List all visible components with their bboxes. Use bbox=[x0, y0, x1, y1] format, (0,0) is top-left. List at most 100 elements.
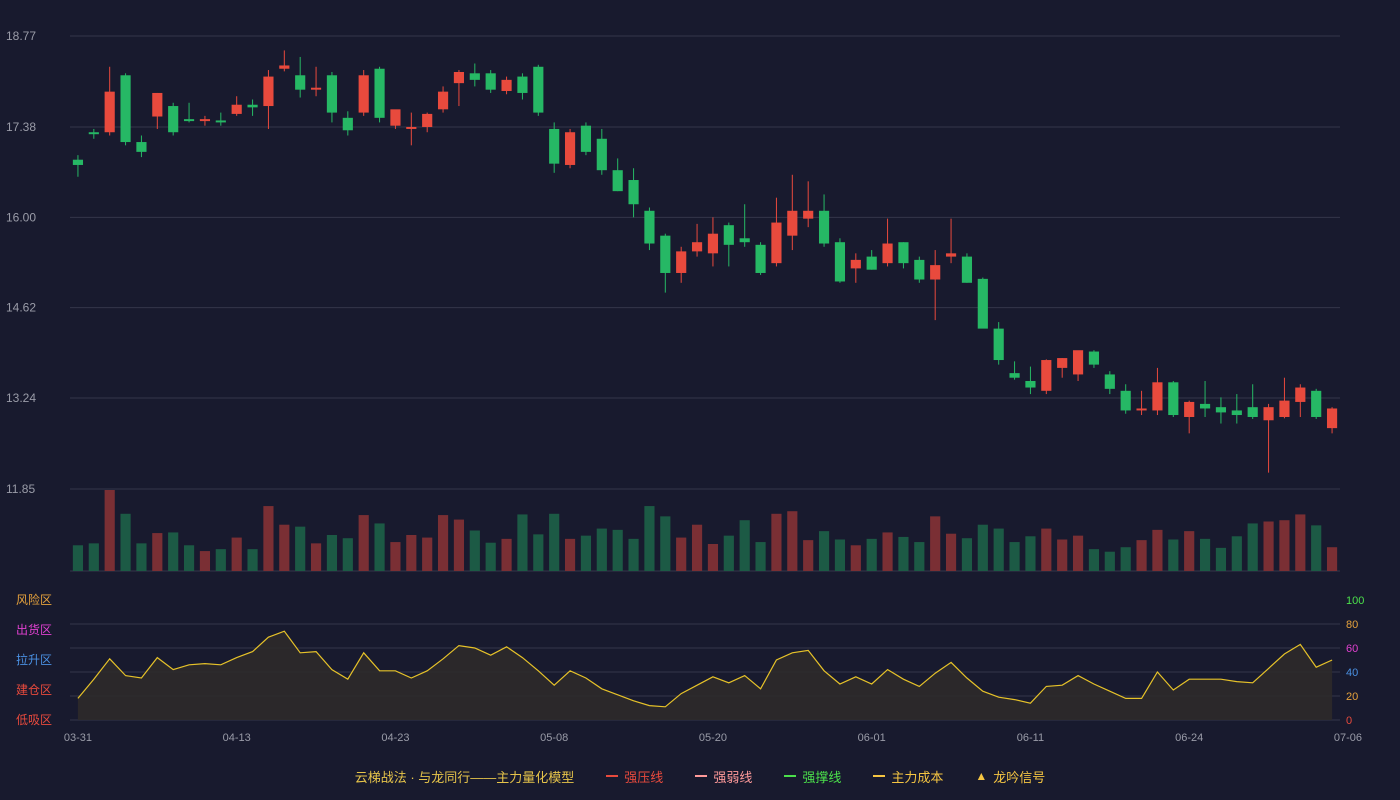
legend-swatch-strength-line bbox=[695, 775, 708, 777]
volume-bar bbox=[660, 516, 671, 571]
volume-bar bbox=[104, 490, 115, 571]
volume-bar bbox=[803, 540, 814, 571]
chart-legend: 云梯战法 · 与龙同行——主力量化模型 强压线 强弱线 强撑线 主力成本 ▲ 龙… bbox=[0, 764, 1400, 788]
legend-label: 强撑线 bbox=[802, 769, 842, 785]
candle-body bbox=[882, 243, 893, 264]
candle-body bbox=[247, 104, 258, 108]
volume-bar bbox=[358, 515, 369, 571]
candle-body bbox=[580, 125, 592, 152]
candle-body bbox=[168, 106, 179, 133]
candle-body bbox=[295, 75, 306, 90]
volume-bar bbox=[882, 532, 893, 571]
candle-body bbox=[787, 210, 798, 236]
volume-bar bbox=[1072, 535, 1084, 571]
candle-body bbox=[676, 251, 687, 273]
candle-body bbox=[866, 256, 877, 270]
candle-body bbox=[406, 126, 417, 129]
candle-body bbox=[358, 75, 369, 113]
candle-body bbox=[120, 75, 131, 143]
candle-body bbox=[485, 73, 496, 90]
indicator-area bbox=[77, 631, 1333, 720]
volume-bar bbox=[1184, 531, 1195, 571]
legend-item-strong-support[interactable]: 强撑线 bbox=[784, 767, 841, 786]
volume-bar bbox=[310, 543, 322, 571]
candle-body bbox=[422, 113, 433, 127]
price-tick-label: 18.77 bbox=[6, 29, 36, 43]
volume-bar bbox=[199, 551, 211, 571]
candle-body bbox=[1279, 400, 1290, 417]
date-tick-label: 05-20 bbox=[699, 732, 727, 744]
volume-bar bbox=[263, 506, 274, 571]
date-tick-label: 06-24 bbox=[1175, 732, 1203, 744]
indicator-series bbox=[77, 630, 1333, 720]
candle-body bbox=[469, 73, 480, 80]
volume-bar bbox=[406, 535, 417, 571]
volume-bar bbox=[739, 520, 750, 571]
candle-body bbox=[961, 256, 973, 283]
volume-series bbox=[72, 490, 1338, 571]
volume-bar bbox=[469, 530, 480, 571]
legend-item-main-cost[interactable]: 主力成本 bbox=[873, 767, 943, 786]
volume-bar bbox=[850, 545, 861, 571]
volume-bar bbox=[1199, 538, 1211, 571]
candle-body bbox=[755, 244, 766, 273]
grid-layer bbox=[70, 35, 1340, 721]
volume-bar bbox=[549, 513, 560, 571]
candle-body bbox=[231, 104, 242, 114]
date-tick-label: 05-08 bbox=[540, 732, 568, 744]
date-tick-label: 03-31 bbox=[64, 732, 92, 744]
indicator-tick-label: 40 bbox=[1346, 667, 1358, 679]
indicator-tick-label: 0 bbox=[1346, 715, 1352, 727]
volume-bar bbox=[1088, 549, 1100, 571]
indicator-tick-label: 60 bbox=[1346, 643, 1358, 655]
volume-bar bbox=[485, 542, 496, 571]
legend-item-dragon-signal[interactable]: ▲ 龙吟信号 bbox=[975, 767, 1045, 786]
candle-body bbox=[1311, 390, 1322, 417]
volume-bar bbox=[787, 511, 798, 571]
candle-body bbox=[136, 142, 147, 152]
volume-bar bbox=[168, 532, 179, 571]
stock-chart: 18.77 17.38 16.00 14.62 13.24 11.85 100 80 60 40 2… bbox=[6, 29, 1364, 744]
volume-bar bbox=[183, 545, 195, 571]
candle-body bbox=[1215, 407, 1227, 413]
indicator-tick-label: 20 bbox=[1346, 691, 1358, 703]
volume-bar bbox=[993, 528, 1004, 571]
candle-body bbox=[390, 109, 401, 126]
volume-bar bbox=[231, 537, 242, 571]
triangle-icon: ▲ bbox=[975, 769, 988, 783]
candle-body bbox=[707, 233, 719, 254]
volume-bar bbox=[564, 538, 576, 571]
candle-body bbox=[104, 91, 115, 133]
zone-label: 出货区 bbox=[16, 622, 52, 637]
date-tick-label: 04-23 bbox=[381, 732, 409, 744]
candle-body bbox=[1120, 390, 1131, 411]
candle-body bbox=[1168, 382, 1179, 416]
zone-label: 风险区 bbox=[16, 592, 52, 607]
candle-body bbox=[437, 91, 449, 110]
volume-bar bbox=[374, 523, 385, 571]
date-tick-label: 07-06 bbox=[1334, 732, 1362, 744]
candle-body bbox=[723, 225, 734, 245]
volume-bar bbox=[1025, 536, 1036, 571]
legend-label: 主力成本 bbox=[891, 769, 944, 785]
volume-bar bbox=[612, 529, 623, 571]
volume-bar bbox=[1326, 547, 1338, 571]
candle-body bbox=[1152, 382, 1163, 411]
zone-label: 低吸区 bbox=[16, 713, 52, 727]
legend-item-strength-line[interactable]: 强弱线 bbox=[695, 767, 752, 786]
legend-item-strong-resistance[interactable]: 强压线 bbox=[606, 767, 663, 786]
date-tick-label: 06-11 bbox=[1017, 732, 1044, 744]
candle-body bbox=[993, 328, 1004, 361]
axis-labels: 18.77 17.38 16.00 14.62 13.24 11.85 100 80 60 40 2… bbox=[6, 29, 1364, 744]
volume-bar bbox=[501, 538, 512, 571]
volume-bar bbox=[580, 535, 592, 571]
date-tick-label: 04-13 bbox=[223, 732, 251, 744]
volume-bar bbox=[834, 539, 846, 571]
volume-bar bbox=[1295, 514, 1306, 571]
candle-body bbox=[771, 222, 782, 264]
volume-bar bbox=[453, 519, 465, 571]
volume-bar bbox=[152, 533, 163, 571]
candle-body bbox=[453, 72, 465, 84]
candle-body bbox=[977, 278, 988, 329]
volume-bar bbox=[390, 542, 401, 571]
